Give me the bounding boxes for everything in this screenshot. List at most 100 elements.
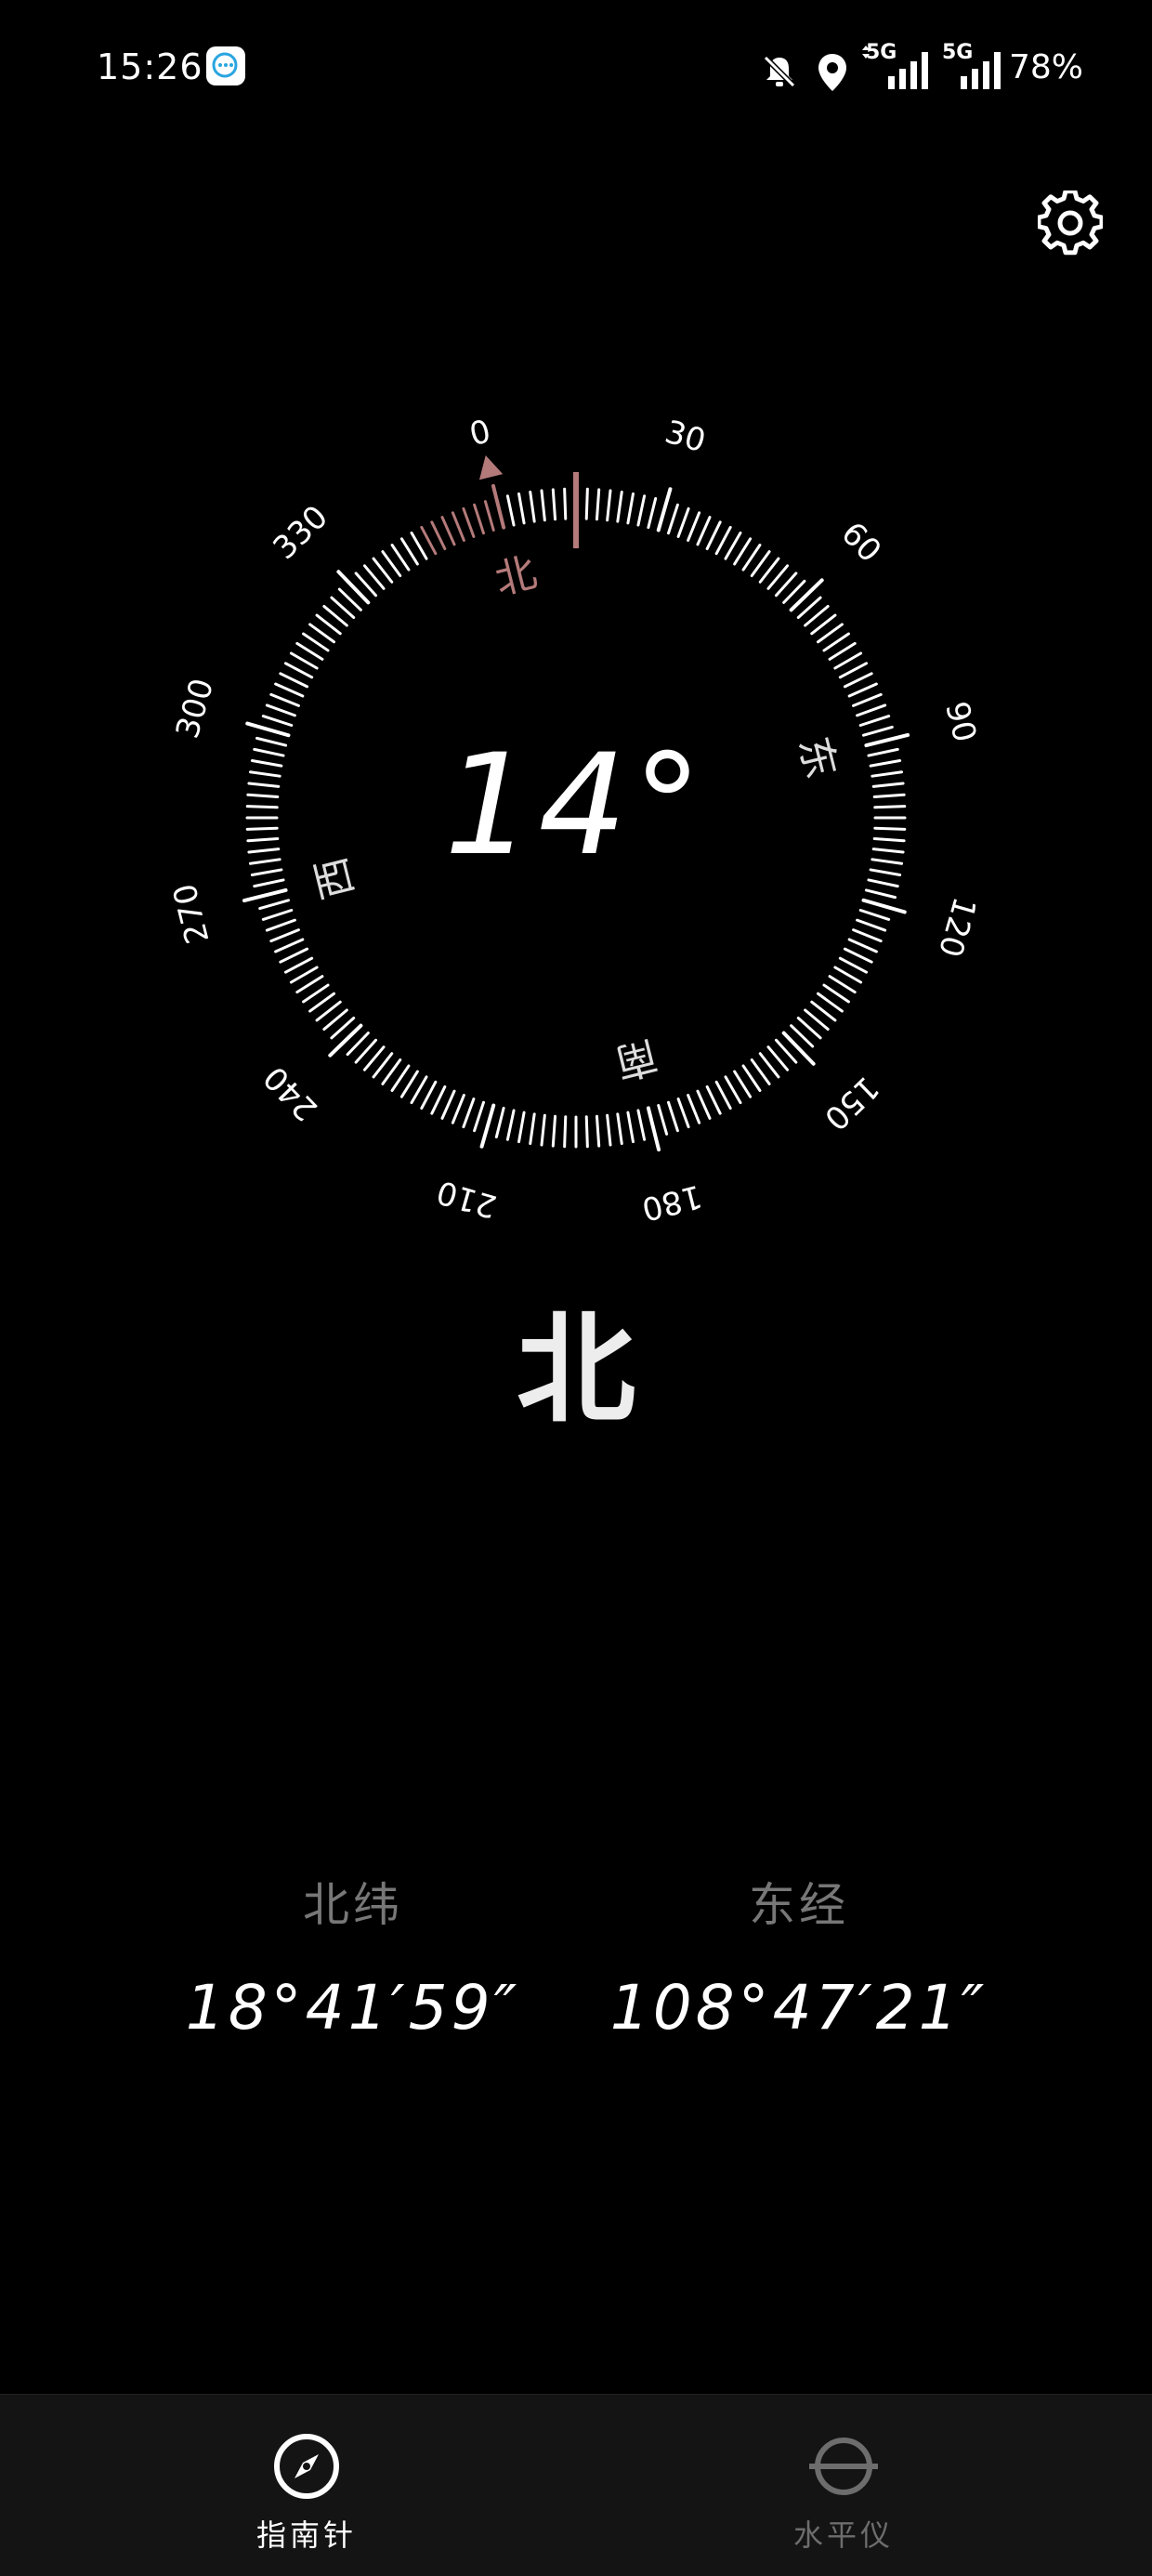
- compass-icon: [274, 2434, 339, 2499]
- dial-tick: [616, 490, 623, 523]
- dial-tick: [828, 641, 857, 661]
- dial-tick: [856, 703, 887, 717]
- dial-tick: [724, 1075, 742, 1105]
- dial-tick: [279, 947, 309, 964]
- latitude-block: 北纬 18°41′59″: [93, 1868, 613, 2044]
- dial-tick: [843, 672, 873, 689]
- dial-degree-label: 150: [817, 1069, 885, 1137]
- dial-tick: [283, 662, 314, 679]
- dial-tick: [696, 516, 712, 546]
- dial-tick: [440, 1089, 456, 1120]
- direction-label: 北: [516, 1301, 635, 1439]
- dial-tick: [399, 1070, 419, 1098]
- dial-tick: [714, 525, 732, 556]
- dial-tick: [517, 1111, 526, 1144]
- dial-tick: [279, 672, 309, 689]
- dial-tick: [473, 1100, 485, 1133]
- dial-tick: [261, 909, 294, 921]
- dial-tick: [843, 947, 873, 964]
- tab-compass[interactable]: 指南针: [204, 2432, 409, 2555]
- dial-tick: [626, 1111, 635, 1144]
- dial-tick: [295, 641, 324, 661]
- dial-tick: [595, 1114, 601, 1148]
- longitude-label: 东经: [749, 1878, 849, 1932]
- dial-tick: [462, 1097, 476, 1129]
- north-marker-icon: [478, 454, 504, 480]
- dial-degree-label: 0: [465, 413, 494, 453]
- dial-tick: [505, 494, 516, 527]
- dial-tick: [529, 490, 536, 523]
- dial-tick: [430, 1084, 447, 1115]
- dial-tick: [265, 918, 296, 932]
- dial-tick: [789, 578, 824, 612]
- dial-tick: [724, 531, 742, 560]
- dial-tick: [289, 651, 319, 670]
- tab-level-label: 水平仪: [792, 2517, 894, 2553]
- bottom-nav: 指南针 水平仪: [0, 2394, 1152, 2576]
- dial-tick: [656, 487, 673, 532]
- dial-tick: [847, 682, 878, 698]
- dial-tick: [551, 1114, 557, 1148]
- dial-tick: [626, 492, 635, 525]
- dial-tick: [410, 1075, 428, 1105]
- dial-tick: [584, 487, 589, 520]
- dial-tick: [657, 1104, 669, 1136]
- dial-tick: [676, 506, 690, 538]
- dial-tick: [494, 1106, 505, 1138]
- dial-tick: [636, 1109, 647, 1141]
- dial-tick: [705, 520, 722, 551]
- compass-app-screen: 15:26 5G 5G 78% 0 30 60 90 120 150 180 2…: [0, 0, 1152, 2576]
- dial-tick: [676, 1097, 690, 1129]
- dial-tick: [483, 500, 495, 532]
- dial-tick: [289, 966, 319, 984]
- dial-tick: [440, 516, 456, 546]
- dial-tick: [595, 488, 601, 521]
- dial-tick: [667, 1100, 679, 1133]
- dial-tick: [828, 975, 857, 994]
- dial-tick: [505, 1109, 516, 1141]
- dial-tick: [479, 1103, 496, 1149]
- dial-tick: [328, 1023, 363, 1058]
- dial-tick: [269, 692, 300, 707]
- dial-tick: [838, 662, 869, 679]
- dial-tick: [705, 1084, 722, 1115]
- dial-tick: [462, 506, 476, 538]
- dial-tick: [473, 503, 485, 535]
- dial-tick: [265, 703, 296, 717]
- dial-tick: [430, 520, 447, 551]
- dial-tick: [606, 489, 612, 522]
- dial-tick: [852, 692, 883, 707]
- dial-tick: [833, 651, 863, 670]
- dial-degree-label: 30: [661, 414, 710, 460]
- dial-tick: [410, 531, 428, 560]
- dial-tick: [858, 715, 891, 727]
- dial-degree-label: 330: [266, 498, 334, 567]
- dial-tick: [420, 1080, 438, 1111]
- dial-tick: [274, 938, 305, 953]
- compass-dial: 0 30 60 90 120 150 180 210 240 270 300 330 北东南西: [0, 0, 1152, 1301]
- longitude-block: 东经 108°47′21″: [539, 1868, 1059, 2044]
- dial-tick: [451, 1094, 465, 1124]
- dial-tick: [733, 537, 753, 566]
- dial-tick: [647, 497, 658, 530]
- dial-tick: [584, 1115, 589, 1149]
- dial-tick: [636, 494, 647, 527]
- dial-tick: [420, 525, 438, 556]
- dial-tick: [714, 1080, 732, 1111]
- cardinal-label: 南: [610, 1031, 661, 1086]
- dial-tick: [563, 1115, 568, 1149]
- dial-tick: [687, 511, 701, 542]
- dial-tick: [540, 489, 546, 522]
- dial-tick: [399, 537, 419, 566]
- heading-degrees: 14°: [444, 725, 708, 887]
- dial-tick: [858, 909, 891, 921]
- dial-degree-label: 180: [638, 1177, 706, 1229]
- dial-tick: [847, 938, 878, 953]
- dial-tick: [517, 492, 526, 525]
- dial-tick: [856, 918, 887, 932]
- dial-tick: [336, 570, 371, 605]
- tab-level[interactable]: 水平仪: [741, 2432, 946, 2555]
- dial-tick: [696, 1089, 712, 1120]
- dial-tick: [491, 483, 506, 530]
- dial-tick: [646, 1106, 661, 1152]
